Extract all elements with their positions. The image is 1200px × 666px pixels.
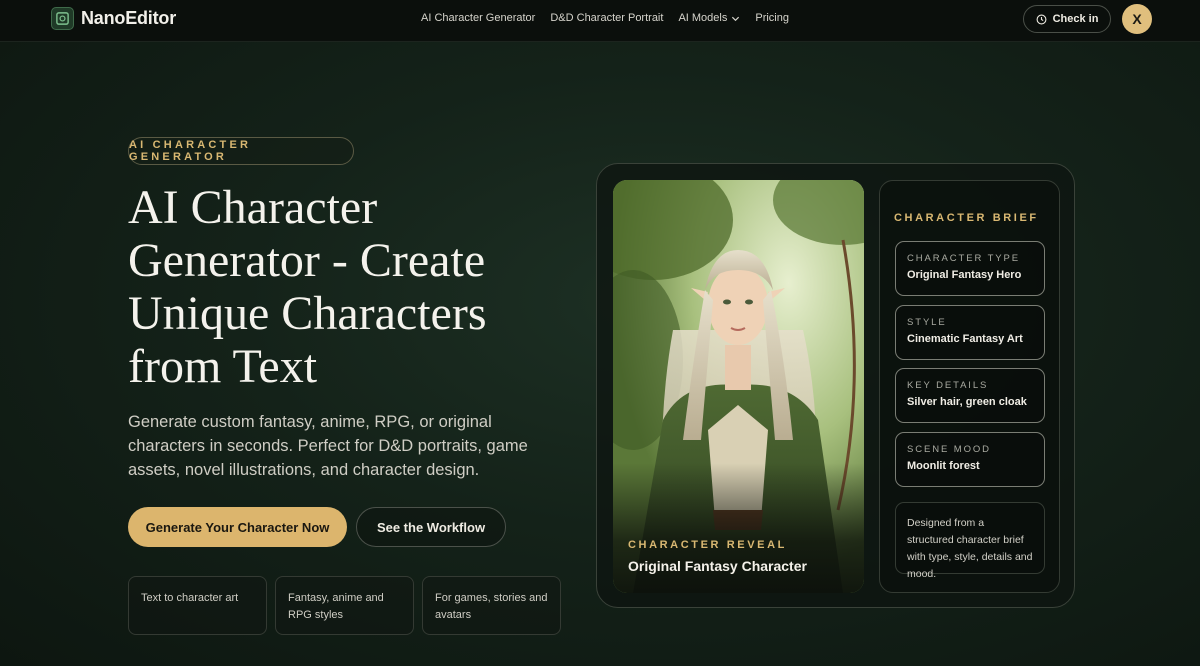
brief-value: Moonlit forest: [907, 460, 980, 472]
brief-value: Silver hair, green cloak: [907, 396, 1027, 408]
feature-card-use-cases: For games, stories and avatars: [422, 576, 561, 635]
nav-links: AI Character Generator D&D Character Por…: [421, 12, 789, 24]
brief-card-style: STYLE Cinematic Fantasy Art: [895, 305, 1045, 360]
brief-key: KEY DETAILS: [907, 380, 989, 391]
nav-link-ai-models-label: AI Models: [678, 12, 728, 24]
see-workflow-button[interactable]: See the Workflow: [356, 507, 506, 547]
character-reveal-label: CHARACTER REVEAL: [628, 539, 787, 551]
feature-card-text-to-art: Text to character art: [128, 576, 267, 635]
brief-value: Original Fantasy Hero: [907, 269, 1022, 281]
brand-logo[interactable]: NanoEditor: [51, 7, 176, 30]
nav-link-ai-models[interactable]: AI Models: [678, 12, 740, 24]
brief-card-key-details: KEY DETAILS Silver hair, green cloak: [895, 368, 1045, 423]
brief-key: SCENE MOOD: [907, 444, 991, 455]
check-in-label: Check in: [1052, 13, 1099, 25]
character-brief-panel: CHARACTER BRIEF CHARACTER TYPE Original …: [879, 180, 1060, 593]
check-in-button[interactable]: Check in: [1023, 5, 1111, 33]
brief-card-scene-mood: SCENE MOOD Moonlit forest: [895, 432, 1045, 487]
hero-title: AI Character Generator - Create Unique C…: [128, 181, 487, 393]
brief-description-note: Designed from a structured character bri…: [895, 502, 1045, 580]
clock-icon: [1036, 14, 1047, 24]
character-brief-heading: CHARACTER BRIEF: [894, 212, 1039, 224]
hero-eyebrow-badge: AI CHARACTER GENERATOR: [128, 137, 354, 165]
top-nav: NanoEditor AI Character Generator D&D Ch…: [0, 0, 1200, 42]
hero-description: Generate custom fantasy, anime, RPG, or …: [128, 413, 528, 479]
nav-link-pricing[interactable]: Pricing: [755, 12, 789, 24]
generate-character-button[interactable]: Generate Your Character Now: [128, 507, 347, 547]
brand-name: NanoEditor: [81, 8, 176, 28]
nav-link-dnd-character-portrait[interactable]: D&D Character Portrait: [550, 12, 663, 24]
brief-key: CHARACTER TYPE: [907, 253, 1020, 264]
nav-link-ai-character-generator[interactable]: AI Character Generator: [421, 12, 535, 24]
chevron-down-icon: [732, 16, 740, 21]
character-reveal-title: Original Fantasy Character: [628, 558, 807, 574]
user-avatar[interactable]: X: [1122, 4, 1152, 34]
brief-key: STYLE: [907, 317, 947, 328]
character-showcase: CHARACTER REVEAL Original Fantasy Charac…: [596, 163, 1075, 608]
brief-value: Cinematic Fantasy Art: [907, 333, 1023, 345]
brief-card-character-type: CHARACTER TYPE Original Fantasy Hero: [895, 241, 1045, 296]
logo-icon: [51, 7, 74, 30]
feature-card-styles: Fantasy, anime and RPG styles: [275, 576, 414, 635]
character-portrait-image: CHARACTER REVEAL Original Fantasy Charac…: [613, 180, 864, 593]
